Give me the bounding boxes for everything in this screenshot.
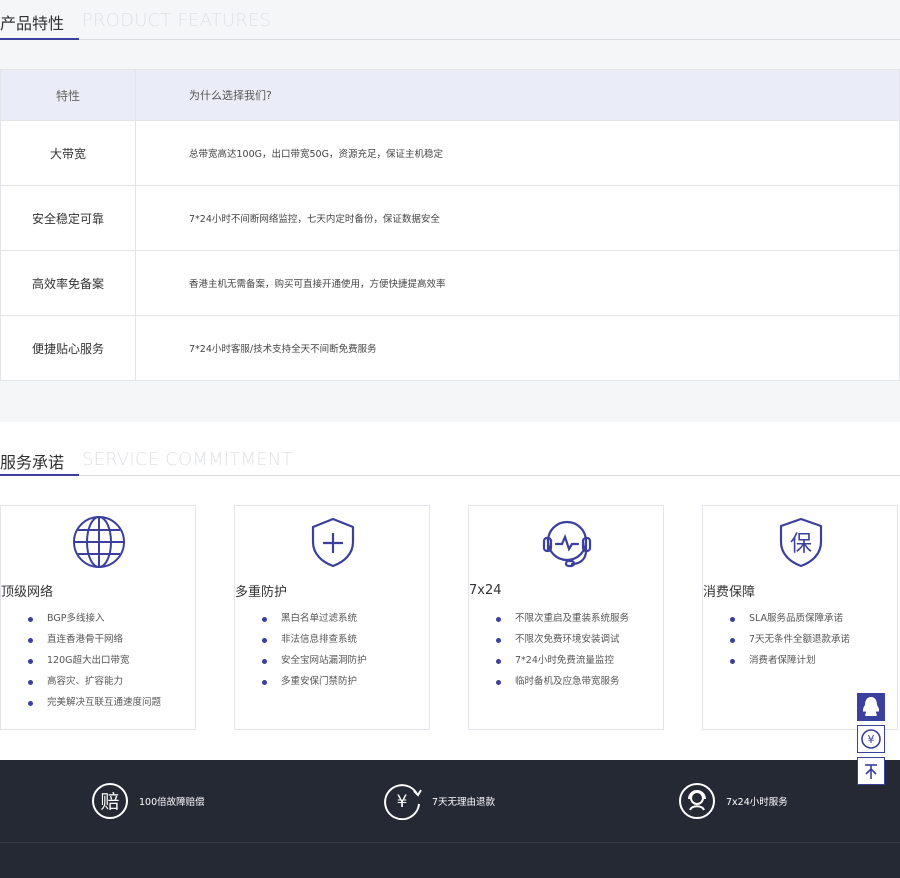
list-item: 7天无条件全额退款承诺 [730,633,850,654]
list-item: 非法信息排查系统 [262,633,367,654]
service-card-title: 消费保障 [703,585,756,600]
guarantee-compensation: 赔 100倍故障赔偿 [91,782,205,820]
guarantee-label: 100倍故障赔偿 [139,797,205,808]
qq-penguin-icon [857,693,885,721]
features-title: 产品特性 [0,14,65,33]
footer-guarantee-band: 赔 100倍故障赔偿 ¥ 7天无理由退款 7x24小时服务 [0,760,900,878]
list-item: 不限次免费环境安装调试 [496,633,629,654]
back-to-top-icon [865,764,877,779]
list-item: 不限次重启及重装系统服务 [496,612,629,633]
feature-desc: 香港主机无需备案，购买可直接开通使用，方便快捷提高效率 [189,279,446,290]
features-table-row: 安全稳定可靠 7*24小时不间断网络监控，七天内定时备份，保证数据安全 [1,185,899,250]
compensation-icon: 赔 [92,783,128,819]
service-card-list: SLA服务品质保障承诺 7天无条件全额退款承诺 消费者保障计划 [730,612,850,675]
features-col-header-name: 特性 [1,70,136,120]
features-table-row: 便捷贴心服务 7*24小时客服/技术支持全天不间断免费服务 [1,315,899,380]
feature-desc: 7*24小时客服/技术支持全天不间断免费服务 [189,344,377,355]
features-table-row: 大带宽 总带宽高达100G，出口带宽50G，资源充足，保证主机稳定 [1,120,899,185]
service-card-title: 多重防护 [235,585,288,600]
service-card-network: 顶级网络 BGP多线接入 直连香港骨干网络 120G超大出口带宽 高容灾、扩容能… [0,505,196,730]
list-item: 黑白名单过滤系统 [262,612,367,633]
features-title-en: PRODUCT FEATURES [82,10,272,31]
svg-text:保: 保 [790,532,812,557]
features-title-underline [0,38,79,40]
list-item: 消费者保障计划 [730,654,850,675]
features-table-row: 高效率免备案 香港主机无需备案，购买可直接开通使用，方便快捷提高效率 [1,250,899,315]
feature-name: 大带宽 [1,121,136,185]
shield-plus-icon [311,517,355,568]
list-item: 安全宝网站漏洞防护 [262,654,367,675]
service-title: 服务承诺 [0,453,65,472]
yuan-circle-icon: ¥ [861,729,881,749]
guarantee-refund: ¥ 7天无理由退款 [384,782,495,820]
svg-text:赔: 赔 [100,791,119,813]
payment-button[interactable]: ¥ [857,725,885,753]
bao-shield-icon: 保 [779,517,823,568]
feature-name: 安全稳定可靠 [1,186,136,250]
list-item: 多重安保门禁防护 [262,675,367,696]
features-col-header-desc: 为什么选择我们? [189,89,272,102]
feature-desc: 总带宽高达100G，出口带宽50G，资源充足，保证主机稳定 [189,149,443,160]
back-to-top-button[interactable] [857,757,885,785]
footer-divider [0,842,900,843]
service-title-en: SERVICE COMMITMENT [82,449,293,470]
list-item: 120G超大出口带宽 [28,654,161,675]
guarantee-label: 7天无理由退款 [432,797,496,808]
list-item: 临时备机及应急带宽服务 [496,675,629,696]
service-card-24h: 7x24 不限次重启及重装系统服务 不限次免费环境安装调试 7*24小时免费流量… [468,505,664,730]
guarantee-label: 7x24小时服务 [726,797,788,808]
service-section-header: 服务承诺 SERVICE COMMITMENT [0,444,900,476]
refund-icon: ¥ [384,784,422,820]
feature-name: 便捷贴心服务 [1,316,136,380]
list-item: 7*24小时免费流量监控 [496,654,629,675]
list-item: SLA服务品质保障承诺 [730,612,850,633]
headset-icon [542,520,592,568]
service-card-protection: 多重防护 黑白名单过滤系统 非法信息排查系统 安全宝网站漏洞防护 多重安保门禁防… [234,505,430,730]
list-item: 直连香港骨干网络 [28,633,161,654]
list-item: 完美解决互联互通速度问题 [28,696,161,717]
list-item: BGP多线接入 [28,612,161,633]
features-table: 特性 为什么选择我们? 大带宽 总带宽高达100G，出口带宽50G，资源充足，保… [0,69,900,381]
svg-text:¥: ¥ [397,792,408,812]
list-item: 高容灾、扩容能力 [28,675,161,696]
service-title-underline [0,474,79,476]
feature-desc: 7*24小时不间断网络监控，七天内定时备份，保证数据安全 [189,214,440,225]
service-card-title: 7x24 [469,583,502,598]
service-card-list: 不限次重启及重装系统服务 不限次免费环境安装调试 7*24小时免费流量监控 临时… [496,612,629,696]
support-icon [679,783,715,819]
features-section-header: 产品特性 PRODUCT FEATURES [0,0,900,40]
service-card-list: BGP多线接入 直连香港骨干网络 120G超大出口带宽 高容灾、扩容能力 完美解… [28,612,161,717]
service-card-title: 顶级网络 [1,585,54,600]
service-card-list: 黑白名单过滤系统 非法信息排查系统 安全宝网站漏洞防护 多重安保门禁防护 [262,612,367,696]
globe-icon [73,516,125,568]
svg-text:¥: ¥ [868,733,875,746]
features-table-header: 特性 为什么选择我们? [1,70,899,120]
guarantee-support: 7x24小时服务 [678,782,788,820]
qq-contact-button[interactable] [857,693,885,721]
feature-name: 高效率免备案 [1,251,136,315]
